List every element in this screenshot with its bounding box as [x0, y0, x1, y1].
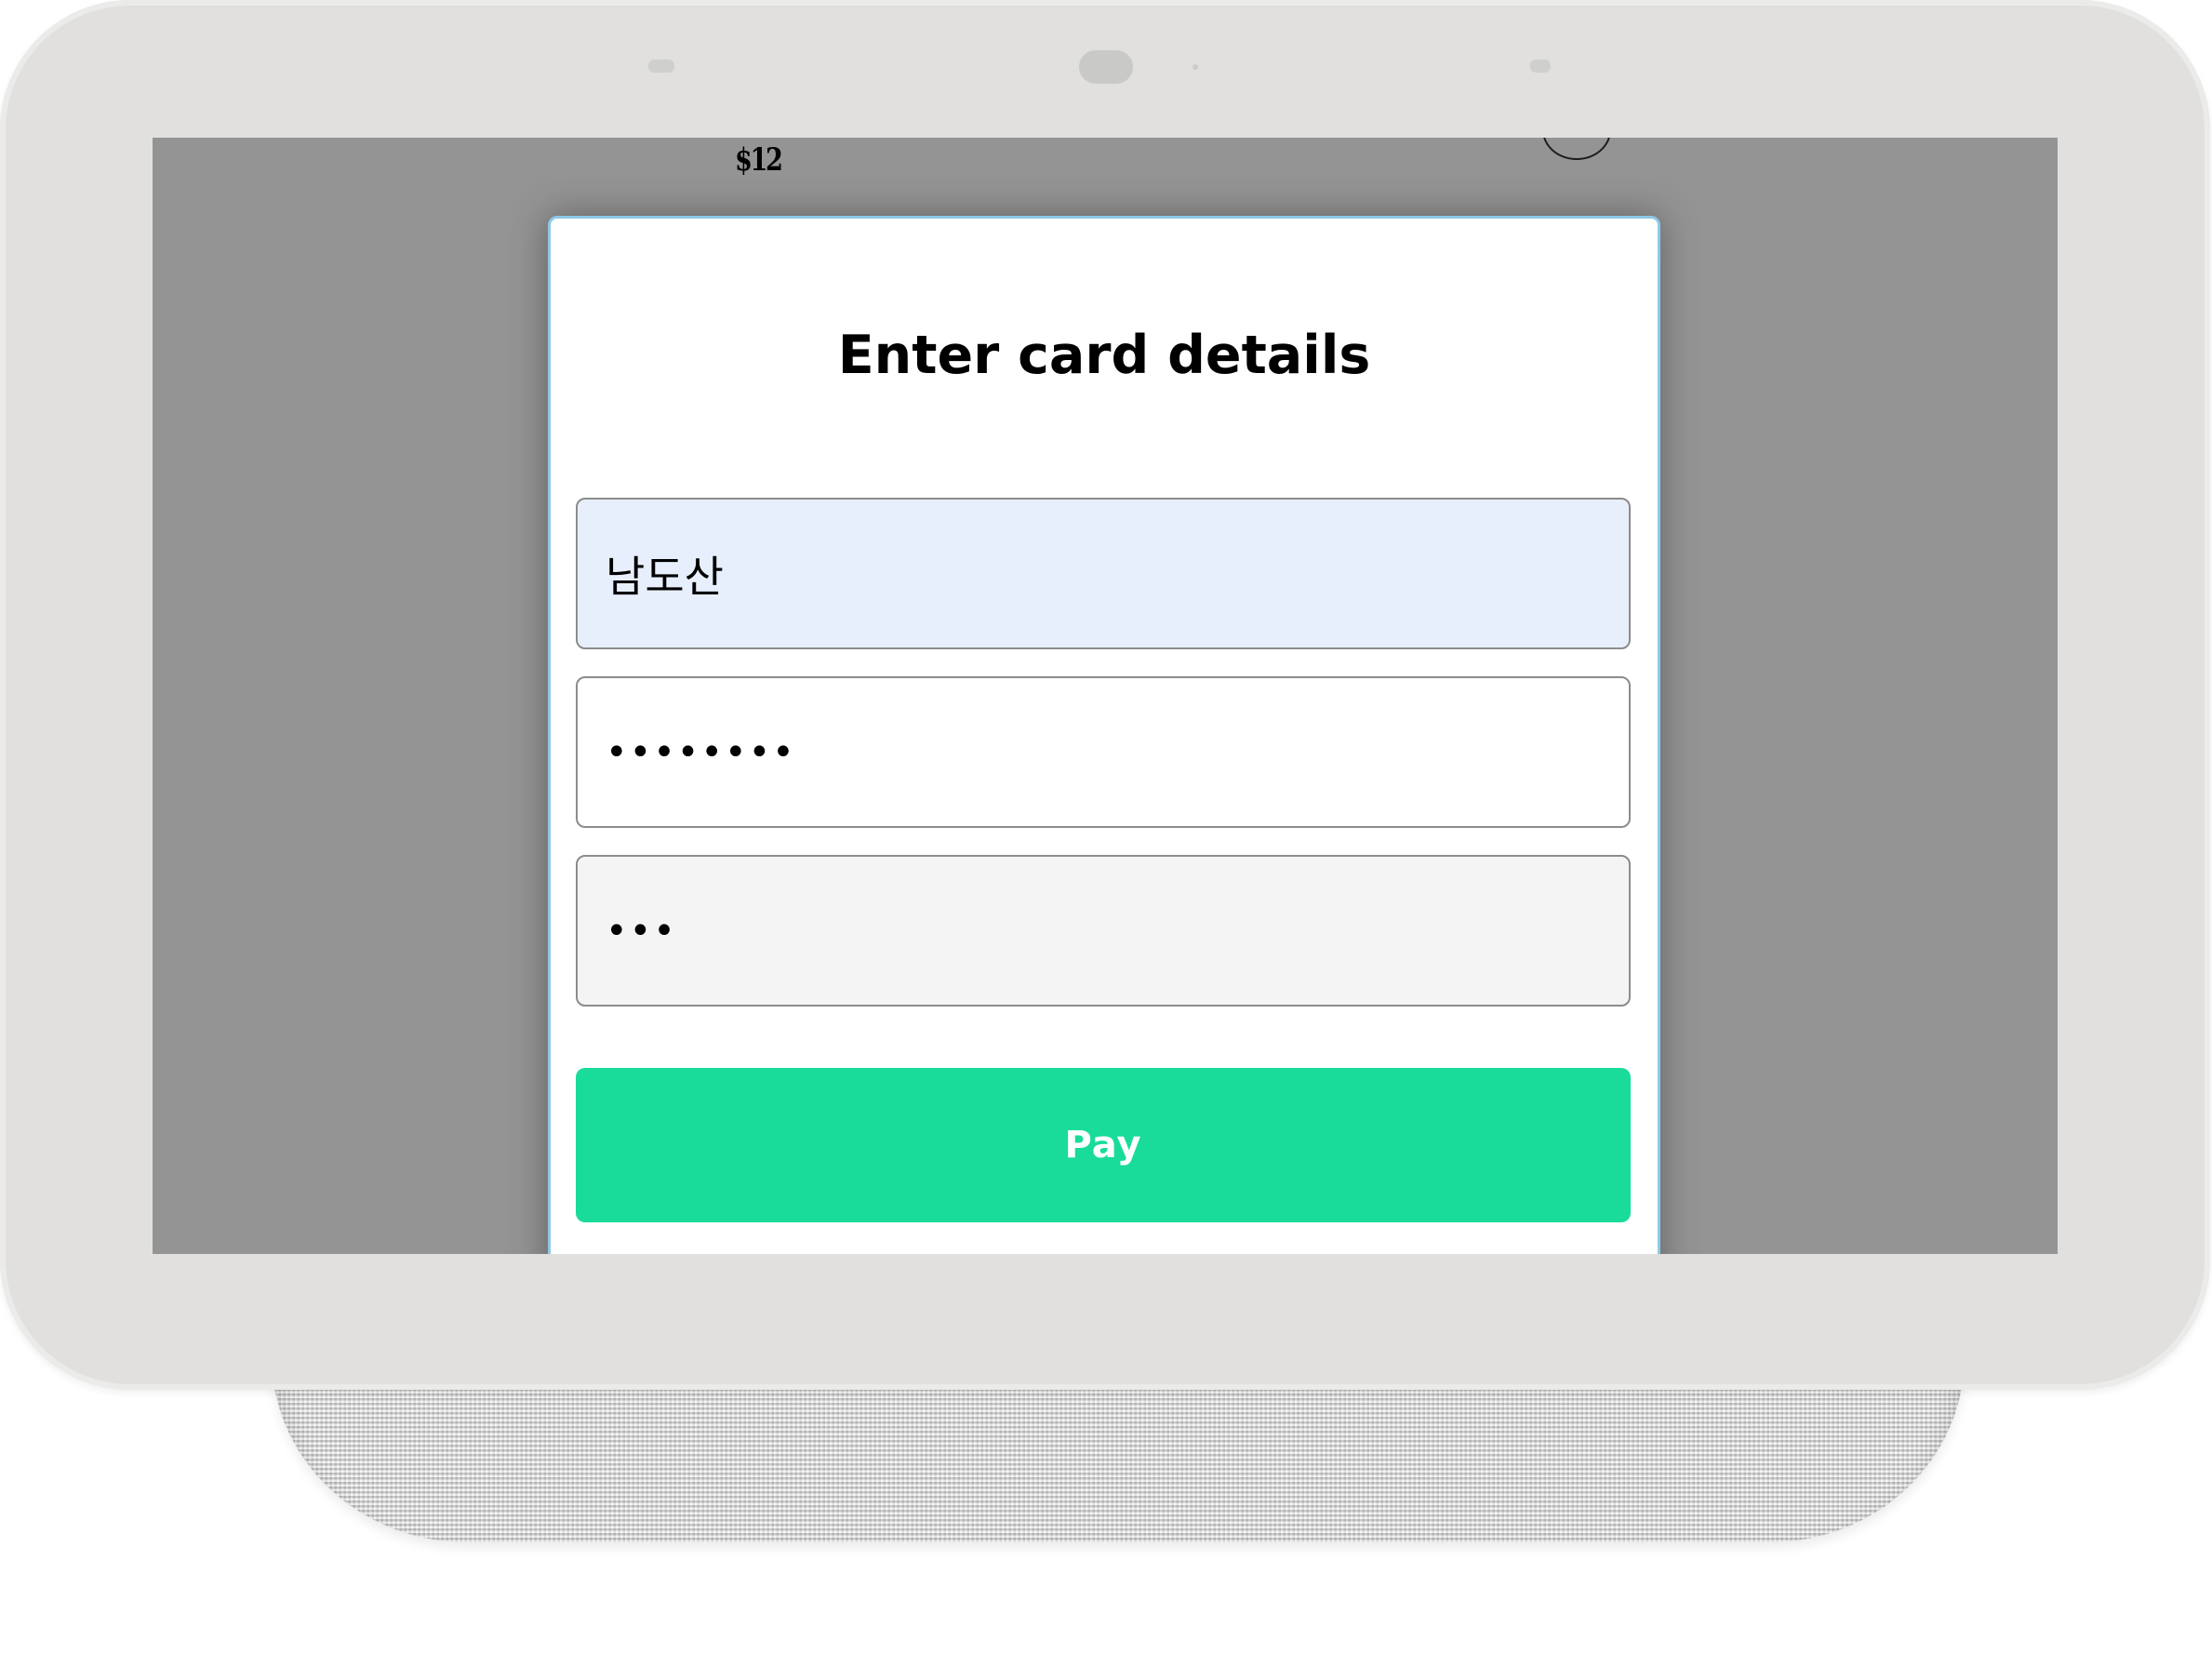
ambient-sensor-right — [1530, 60, 1551, 73]
cvv-input[interactable] — [576, 855, 1631, 1007]
card-number-input[interactable] — [576, 676, 1631, 828]
dialog-title: Enter card details — [837, 325, 1371, 386]
pay-button[interactable]: Pay — [576, 1068, 1631, 1222]
ambient-sensor-left — [648, 60, 674, 73]
card-details-dialog: Enter card details Pay — [548, 216, 1660, 1254]
device-stage: $12 Enter card details Pay — [0, 0, 2212, 1667]
device-bezel: $12 Enter card details Pay — [0, 0, 2210, 1390]
cardholder-name-input[interactable] — [576, 498, 1631, 649]
camera-sensor — [1079, 50, 1133, 84]
light-sensor — [1193, 64, 1198, 70]
device-screen: $12 Enter card details Pay — [153, 138, 2058, 1254]
